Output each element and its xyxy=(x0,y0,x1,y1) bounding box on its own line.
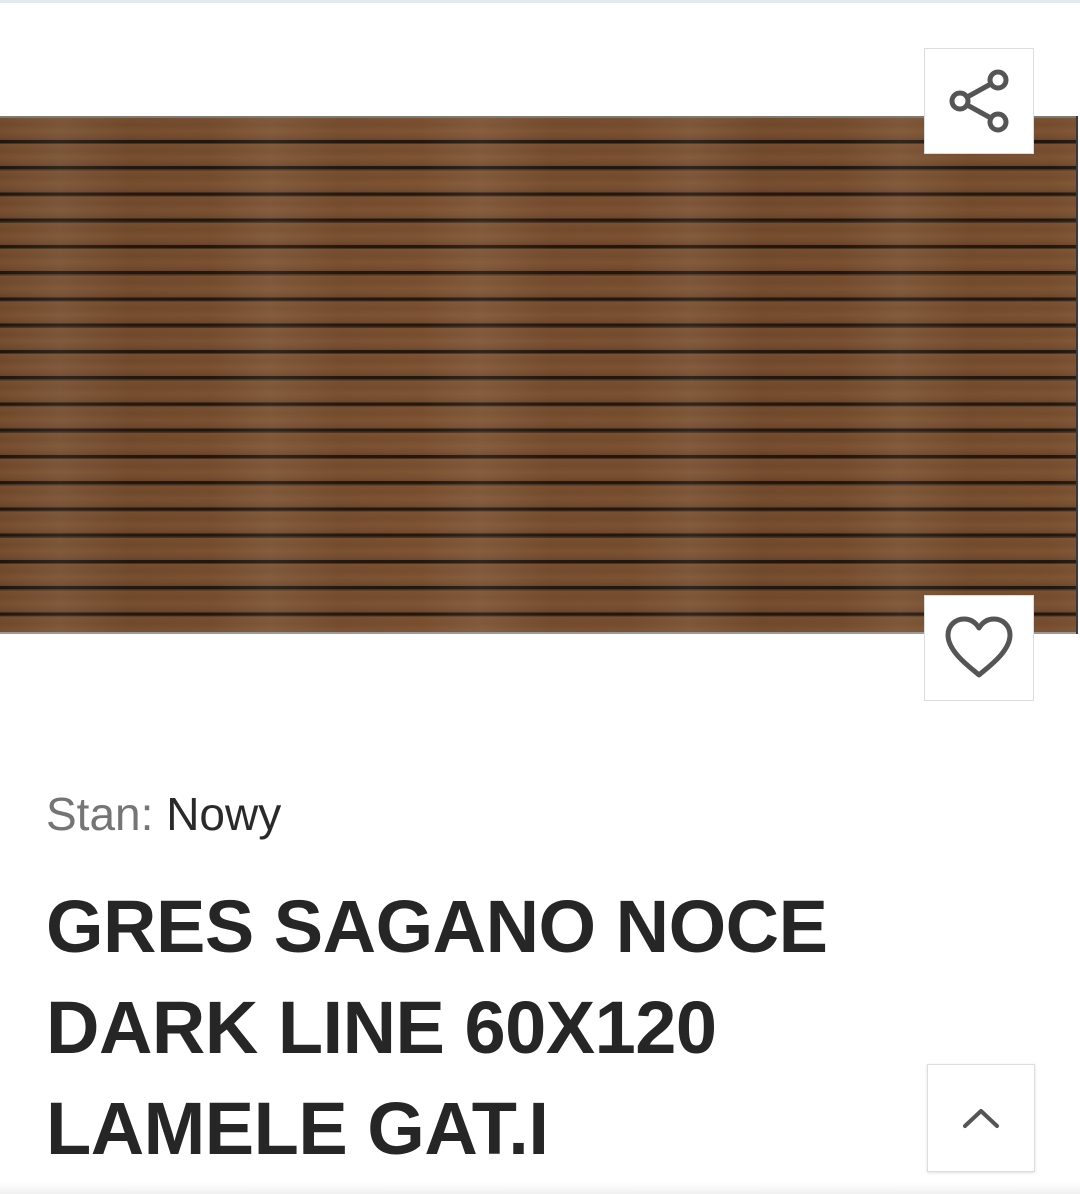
share-icon xyxy=(949,69,1009,133)
condition-label: Stan: xyxy=(46,788,154,840)
wood-grain-texture xyxy=(0,118,1078,632)
favorite-button[interactable] xyxy=(924,595,1034,701)
chevron-up-icon xyxy=(963,1109,999,1128)
condition: Stan: Nowy xyxy=(46,786,281,842)
product-title: GRES SAGANO NOCE DARK LINE 60X120 LAMELE… xyxy=(46,876,906,1179)
heart-icon xyxy=(945,616,1013,678)
share-button[interactable] xyxy=(924,48,1034,154)
product-title-line: GRES SAGANO NOCE xyxy=(46,885,828,968)
condition-value: Nowy xyxy=(166,788,282,840)
image-edge xyxy=(1076,116,1078,634)
bottom-shadow xyxy=(0,1182,1080,1194)
product-title-line: DARK LINE 60X120 xyxy=(46,986,717,1069)
product-image[interactable] xyxy=(0,116,1078,634)
product-title-line: LAMELE GAT.I xyxy=(46,1087,549,1170)
top-divider xyxy=(0,0,1080,3)
scroll-to-top-button[interactable] xyxy=(927,1064,1035,1172)
